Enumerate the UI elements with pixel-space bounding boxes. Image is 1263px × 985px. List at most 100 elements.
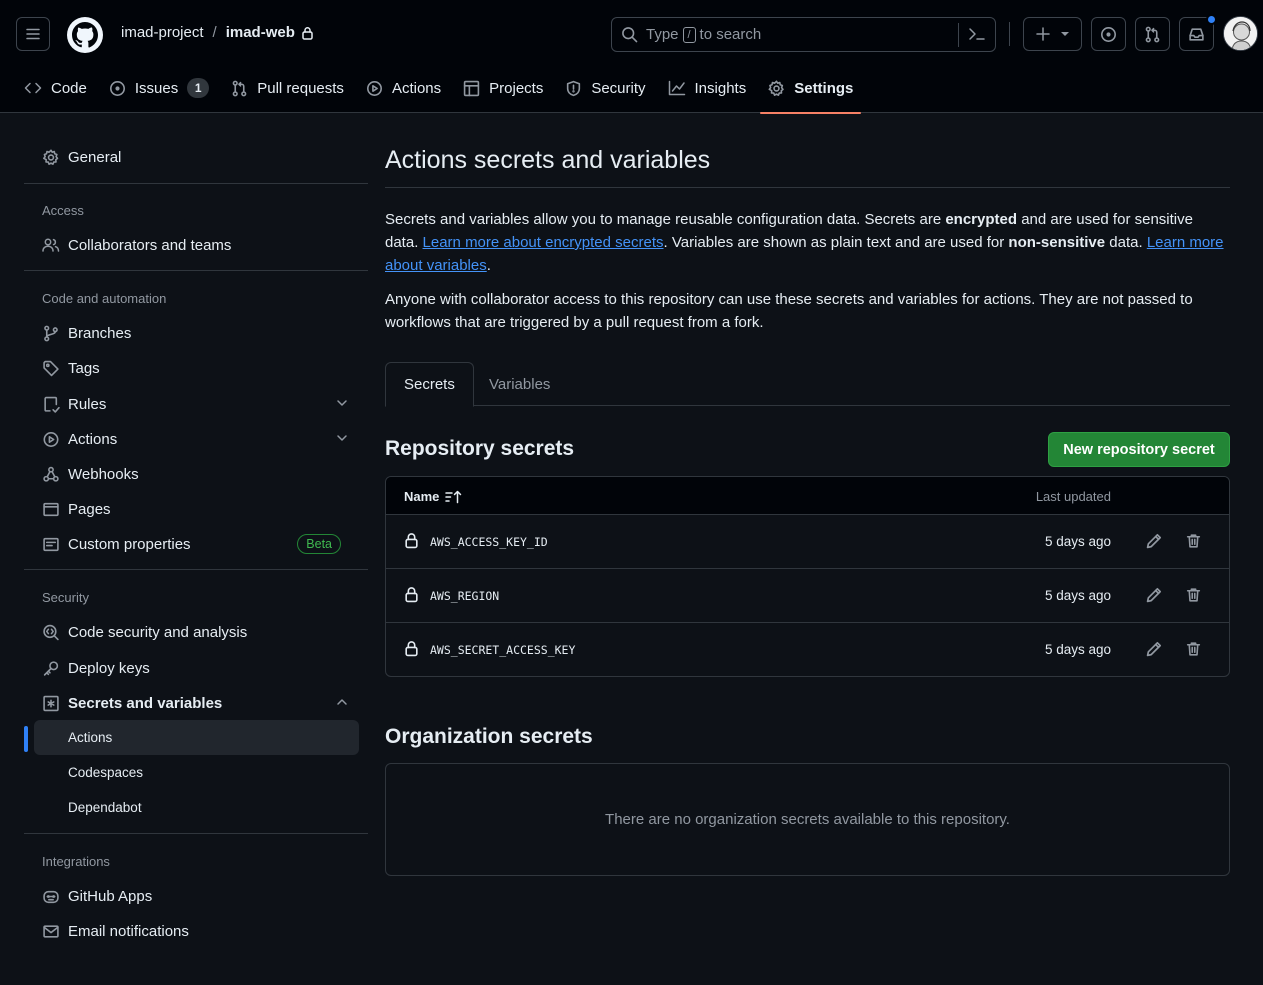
sidebar-item-label: Secrets and variables (68, 694, 223, 712)
tab-actions[interactable]: Actions (358, 70, 449, 106)
sidebar-item-collaborators[interactable]: Collaborators and teams (34, 228, 359, 262)
secrets-variables-tabs: Secrets Variables (385, 362, 1230, 407)
chevron-up-icon[interactable] (335, 695, 349, 709)
secret-name: AWS_SECRET_ACCESS_KEY (430, 643, 576, 657)
repository-secrets-table: Name Last updated AWS_ACCESS_KEY_ID 5 da… (385, 476, 1230, 677)
gear-icon (768, 79, 784, 96)
tab-insights[interactable]: Insights (660, 70, 755, 106)
play-icon (366, 80, 382, 96)
table-row: AWS_SECRET_ACCESS_KEY 5 days ago (386, 623, 1229, 676)
sidebar-item-secrets-variables[interactable]: Secrets and variables (34, 686, 359, 720)
plus-icon (1036, 27, 1050, 41)
pencil-icon[interactable] (1145, 640, 1163, 658)
column-header-last-updated: Last updated (1035, 489, 1111, 504)
tab-variables[interactable]: Variables (471, 362, 568, 406)
tab-secrets[interactable]: Secrets (385, 362, 474, 407)
repo-nav: Code Issues 1 Pull requests Actions Proj… (16, 70, 867, 114)
chevron-down-icon[interactable] (335, 396, 349, 410)
new-repository-secret-button[interactable]: New repository secret (1048, 432, 1230, 467)
intro-paragraph: Secrets and variables allow you to manag… (385, 208, 1230, 277)
inbox-icon (1189, 27, 1204, 41)
sidebar-item-label: Deploy keys (68, 659, 150, 677)
sidebar-divider (24, 569, 368, 570)
git-pull-request-icon (232, 80, 247, 96)
sidebar-item-webhooks[interactable]: Webhooks (34, 457, 359, 491)
sidebar-item-code-security[interactable]: Code security and analysis (34, 615, 359, 649)
trash-icon[interactable] (1185, 586, 1202, 604)
sidebar-item-custom-properties[interactable]: Custom properties Beta (34, 527, 359, 561)
git-pull-request-icon (1145, 26, 1160, 42)
octocat-icon (72, 22, 98, 48)
sidebar-item-tags[interactable]: Tags (34, 351, 359, 385)
sidebar-item-email-notifications[interactable]: Email notifications (34, 914, 359, 948)
command-palette-icon[interactable] (968, 26, 986, 42)
organization-secrets-heading: Organization secrets (385, 725, 593, 748)
sidebar-item-actions[interactable]: Actions (34, 422, 359, 456)
your-pull-requests-button[interactable] (1135, 17, 1170, 51)
learn-more-secrets-link[interactable]: Learn more about encrypted secrets (423, 234, 664, 251)
pencil-icon[interactable] (1145, 532, 1163, 550)
table-icon (463, 80, 480, 96)
tab-code[interactable]: Code (16, 70, 95, 106)
tab-pull-requests[interactable]: Pull requests (223, 70, 352, 106)
table-header: Name Last updated (386, 477, 1229, 515)
your-issues-button[interactable] (1091, 17, 1126, 51)
issue-opened-icon (1101, 26, 1116, 42)
note-icon (43, 537, 59, 551)
tab-security[interactable]: Security (557, 70, 653, 106)
page-title: Actions secrets and variables (385, 146, 711, 174)
search-input[interactable]: Type / to search (611, 17, 996, 52)
title-divider (385, 187, 1230, 188)
sidebar-subitem-codespaces[interactable]: Codespaces (34, 755, 359, 790)
key-icon (43, 660, 59, 676)
sidebar-item-github-apps[interactable]: GitHub Apps (34, 879, 359, 913)
sidebar-item-general[interactable]: General (34, 140, 359, 174)
sidebar-heading-code-automation: Code and automation (42, 291, 167, 306)
people-icon (42, 238, 60, 252)
intro-text: . Variables are shown as plain text and … (663, 234, 1009, 251)
github-logo[interactable] (67, 17, 103, 53)
search-placeholder-end: to search (699, 26, 762, 43)
sidebar-subitem-label: Codespaces (68, 765, 144, 780)
sidebar-item-pages[interactable]: Pages (34, 492, 359, 526)
pencil-icon[interactable] (1145, 586, 1163, 604)
trash-icon[interactable] (1185, 532, 1202, 550)
tab-issues-label: Issues (134, 79, 179, 97)
user-avatar[interactable] (1223, 16, 1258, 51)
tab-pull-requests-label: Pull requests (257, 79, 344, 97)
git-branch-icon (44, 325, 58, 341)
sidebar-subitem-dependabot[interactable]: Dependabot (34, 790, 359, 825)
sidebar-subitem-actions[interactable]: Actions (34, 720, 359, 755)
lock-icon (405, 533, 418, 549)
graph-icon (668, 80, 685, 96)
codescan-icon (43, 624, 59, 640)
tag-icon (43, 360, 59, 376)
sidebar-item-rules[interactable]: Rules (34, 387, 359, 421)
sidebar-subitem-label: Actions (68, 730, 113, 745)
tab-issues[interactable]: Issues 1 (101, 70, 217, 106)
sidebar-item-branches[interactable]: Branches (34, 316, 359, 350)
intro-emphasis: non-sensitive (1008, 234, 1106, 251)
sidebar-item-label: Rules (68, 395, 107, 413)
sidebar-item-deploy-keys[interactable]: Deploy keys (34, 651, 359, 685)
sidebar-item-label: Custom properties (68, 535, 191, 553)
trash-icon[interactable] (1185, 640, 1202, 658)
search-icon (622, 27, 638, 43)
tab-settings[interactable]: Settings (760, 70, 862, 114)
organization-secrets-empty-state: There are no organization secrets availa… (385, 763, 1230, 876)
selected-indicator (24, 726, 28, 752)
menu-button[interactable] (16, 17, 50, 51)
chevron-down-icon[interactable] (335, 431, 349, 445)
repo-name-link[interactable]: imad-web (226, 24, 295, 41)
create-new-button[interactable] (1023, 17, 1082, 51)
global-header: imad-project / imad-web Type / to search (0, 0, 1263, 114)
secret-last-updated: 5 days ago (1044, 642, 1111, 657)
header-divider (1009, 22, 1010, 46)
repo-owner-link[interactable]: imad-project (121, 24, 204, 41)
column-header-name[interactable]: Name (404, 489, 463, 504)
lock-icon (302, 26, 313, 40)
tab-projects[interactable]: Projects (455, 70, 551, 106)
sidebar-item-label: GitHub Apps (68, 887, 153, 905)
tab-projects-label: Projects (489, 79, 544, 97)
tab-settings-label: Settings (794, 79, 854, 97)
